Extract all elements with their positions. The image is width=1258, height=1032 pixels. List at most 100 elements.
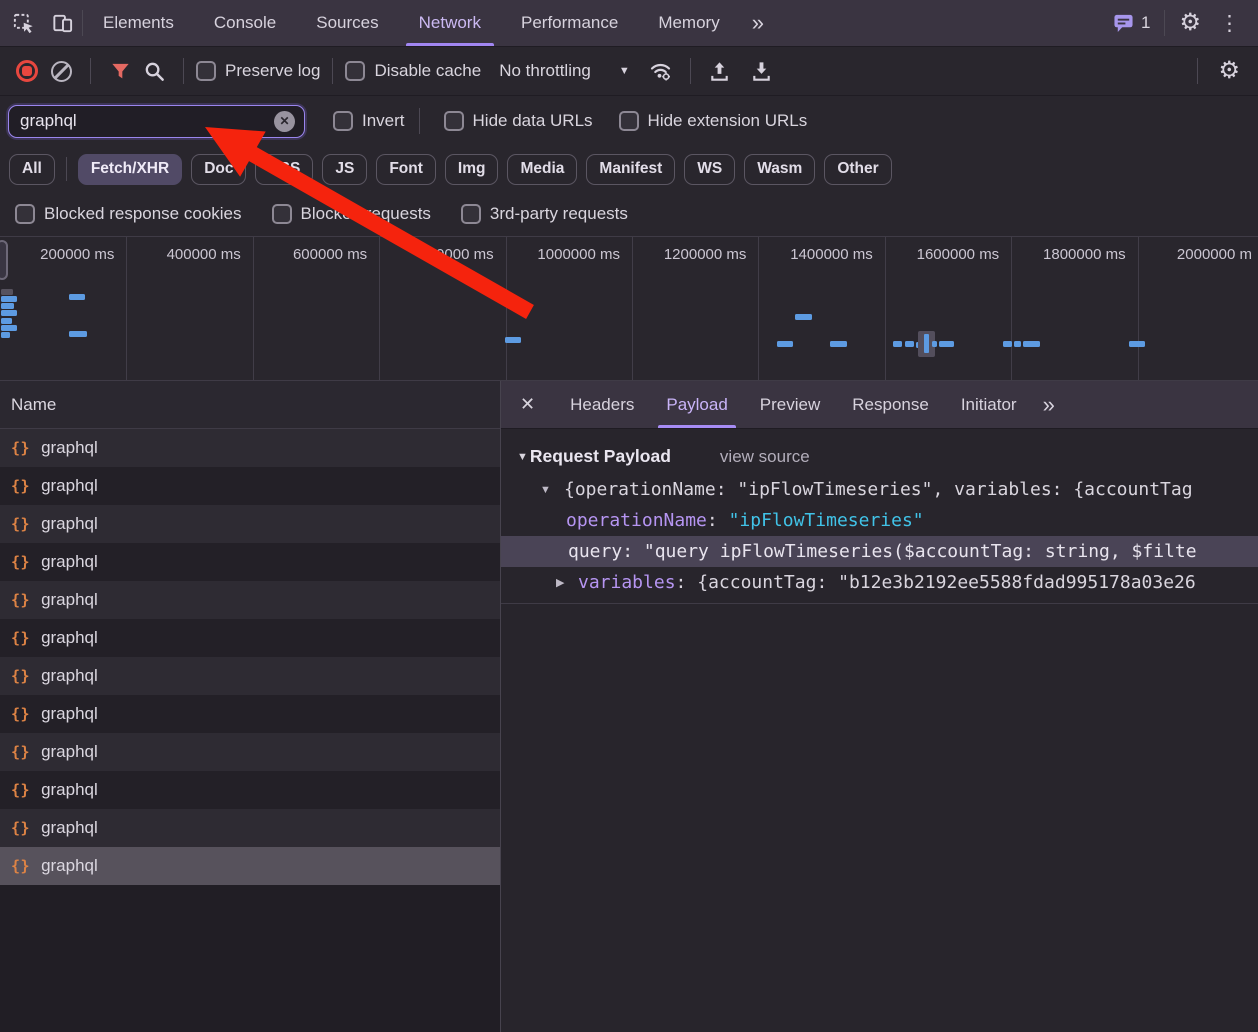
clear-filter-icon[interactable]: ✕ (274, 111, 295, 132)
timeline-request-mark[interactable] (1, 310, 17, 316)
timeline-request-mark[interactable] (1129, 341, 1145, 347)
device-toolbar-icon[interactable] (51, 12, 74, 35)
timeline-request-mark[interactable] (69, 331, 87, 337)
filter-chip-css[interactable]: CSS (255, 154, 313, 185)
search-button[interactable] (137, 54, 171, 88)
timeline-request-mark[interactable] (1, 325, 17, 331)
filter-chip-media[interactable]: Media (507, 154, 577, 185)
tab-memory[interactable]: Memory (638, 0, 739, 46)
payload-query-line-selected[interactable]: query: "query ipFlowTimeseries($accountT… (501, 536, 1258, 567)
blocked-requests-checkbox[interactable] (272, 204, 292, 224)
invert-filter-toggle[interactable]: Invert (333, 111, 405, 131)
filter-chip-js[interactable]: JS (322, 154, 367, 185)
inspect-element-icon[interactable] (12, 12, 35, 35)
third-party-requests-toggle[interactable]: 3rd-party requests (461, 204, 628, 224)
invert-checkbox[interactable] (333, 111, 353, 131)
request-row[interactable]: {}graphql (0, 733, 500, 771)
timeline-request-mark[interactable] (1023, 341, 1040, 347)
detail-tab-headers[interactable]: Headers (554, 381, 650, 428)
detail-tab-response[interactable]: Response (836, 381, 945, 428)
payload-variables-line[interactable]: ▶variables: {accountTag: "b12e3b2192ee55… (501, 567, 1258, 598)
filter-chip-ws[interactable]: WS (684, 154, 735, 185)
network-overview-timeline[interactable]: 200000 ms400000 ms600000 ms800000 ms1000… (0, 236, 1258, 381)
request-row[interactable]: {}graphql (0, 543, 500, 581)
tab-performance[interactable]: Performance (501, 0, 638, 46)
timeline-request-mark[interactable] (1, 296, 17, 302)
payload-summary-line[interactable]: ▼{operationName: "ipFlowTimeseries", var… (501, 474, 1258, 505)
network-conditions-button[interactable] (644, 54, 678, 88)
timeline-request-mark[interactable] (795, 314, 812, 320)
filter-chip-all[interactable]: All (9, 154, 55, 185)
blocked-requests-toggle[interactable]: Blocked requests (272, 204, 431, 224)
kebab-menu-icon[interactable]: ⋮ (1215, 13, 1244, 34)
disable-cache-toggle[interactable]: Disable cache (345, 61, 481, 81)
close-detail-icon[interactable]: ✕ (501, 381, 554, 428)
detail-tab-initiator[interactable]: Initiator (945, 381, 1033, 428)
preserve-log-checkbox[interactable] (196, 61, 216, 81)
disable-cache-checkbox[interactable] (345, 61, 365, 81)
tab-console[interactable]: Console (194, 0, 296, 46)
timeline-request-mark[interactable] (830, 341, 847, 347)
detail-tab-payload[interactable]: Payload (650, 381, 743, 428)
filter-chip-other[interactable]: Other (824, 154, 891, 185)
request-row-selected[interactable]: {}graphql (0, 847, 500, 885)
request-row[interactable]: {}graphql (0, 619, 500, 657)
timeline-request-mark[interactable] (505, 337, 521, 343)
timeline-request-mark[interactable] (1, 318, 12, 324)
timeline-request-mark[interactable] (1003, 341, 1012, 347)
timeline-request-mark[interactable] (905, 341, 914, 347)
payload-operation-name-line[interactable]: operationName: "ipFlowTimeseries" (501, 505, 1258, 536)
network-settings-gear-icon[interactable]: ⚙ (1210, 59, 1248, 83)
settings-gear-icon[interactable]: ⚙ (1179, 11, 1201, 35)
hide-data-urls-checkbox[interactable] (444, 111, 464, 131)
blocked-response-cookies-checkbox[interactable] (15, 204, 35, 224)
timeline-request-mark[interactable] (69, 294, 85, 300)
tab-network[interactable]: Network (399, 0, 501, 46)
more-tabs-icon[interactable]: » (740, 0, 774, 46)
timeline-request-mark[interactable] (893, 341, 902, 347)
more-detail-tabs-icon[interactable]: » (1033, 381, 1063, 428)
export-har-button[interactable] (745, 54, 779, 88)
throttling-dropdown[interactable]: No throttling ▼ (499, 61, 630, 81)
filter-chip-wasm[interactable]: Wasm (744, 154, 815, 185)
detail-tab-preview[interactable]: Preview (744, 381, 836, 428)
preserve-log-toggle[interactable]: Preserve log (196, 61, 320, 81)
timeline-request-mark[interactable] (1, 332, 10, 338)
filter-chip-font[interactable]: Font (376, 154, 436, 185)
timeline-request-mark[interactable] (777, 341, 793, 347)
issues-counter[interactable]: 1 (1113, 13, 1150, 33)
request-row[interactable]: {}graphql (0, 771, 500, 809)
name-column-header[interactable]: Name (0, 381, 500, 429)
clear-network-log-button[interactable] (44, 54, 78, 88)
tab-sources[interactable]: Sources (296, 0, 398, 46)
request-row[interactable]: {}graphql (0, 429, 500, 467)
third-party-requests-checkbox[interactable] (461, 204, 481, 224)
timeline-request-mark[interactable] (932, 341, 937, 347)
timeline-request-mark[interactable] (1014, 341, 1021, 347)
filter-button-active[interactable] (103, 54, 137, 88)
request-row[interactable]: {}graphql (0, 695, 500, 733)
filter-input[interactable]: graphql ✕ (8, 105, 305, 138)
hide-extension-urls-toggle[interactable]: Hide extension URLs (619, 111, 808, 131)
timeline-request-mark[interactable] (1, 289, 13, 295)
filter-chip-fetch-xhr[interactable]: Fetch/XHR (78, 154, 182, 185)
view-source-link[interactable]: view source (720, 447, 810, 467)
request-row[interactable]: {}graphql (0, 657, 500, 695)
timeline-selected-request-mark[interactable] (924, 334, 929, 353)
import-har-button[interactable] (703, 54, 737, 88)
filter-chip-doc[interactable]: Doc (191, 154, 246, 185)
filter-chip-manifest[interactable]: Manifest (586, 154, 675, 185)
request-row[interactable]: {}graphql (0, 467, 500, 505)
hide-data-urls-toggle[interactable]: Hide data URLs (444, 111, 593, 131)
tab-elements[interactable]: Elements (83, 0, 194, 46)
blocked-response-cookies-toggle[interactable]: Blocked response cookies (15, 204, 242, 224)
filter-chip-img[interactable]: Img (445, 154, 499, 185)
timeline-request-mark[interactable] (939, 341, 954, 347)
hide-extension-urls-checkbox[interactable] (619, 111, 639, 131)
request-row[interactable]: {}graphql (0, 809, 500, 847)
timeline-request-mark[interactable] (1, 303, 14, 309)
request-row[interactable]: {}graphql (0, 581, 500, 619)
request-row[interactable]: {}graphql (0, 505, 500, 543)
record-network-log-button[interactable] (10, 54, 44, 88)
request-payload-section-header[interactable]: ▼ Request Payload view source (501, 429, 1258, 474)
